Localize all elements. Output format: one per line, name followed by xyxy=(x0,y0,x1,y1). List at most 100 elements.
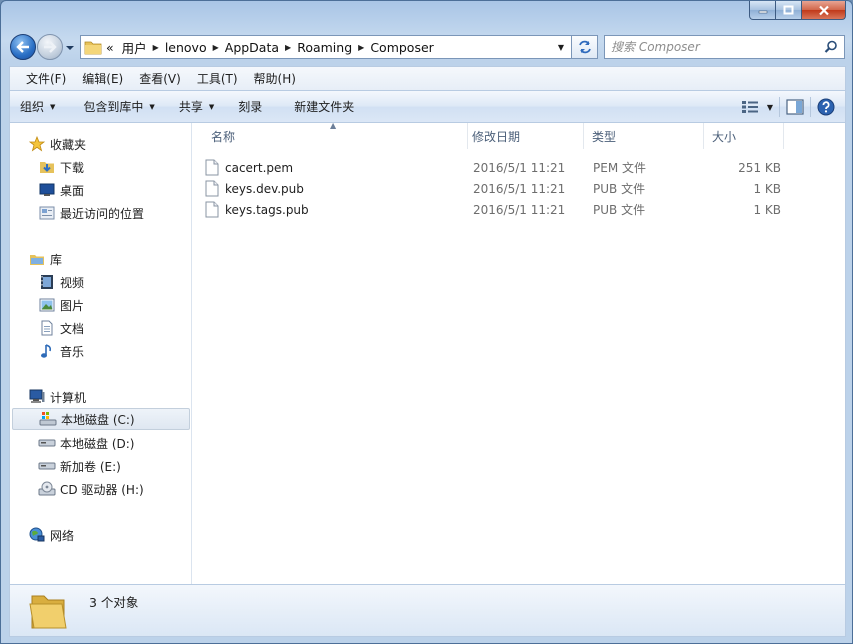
column-header-name[interactable]: 名称 xyxy=(203,123,468,149)
nav-item-label: 图片 xyxy=(60,298,85,313)
file-name: cacert.pem xyxy=(225,160,294,175)
include-in-library-label: 包含到库中 xyxy=(83,100,144,114)
menu-file[interactable]: 文件(F) xyxy=(18,68,74,89)
desktop-icon xyxy=(38,182,56,198)
nav-libraries[interactable]: 库 xyxy=(28,248,62,270)
file-date: 2016/5/1 11:21 xyxy=(473,160,566,175)
breadcrumb-composer[interactable]: Composer xyxy=(366,40,437,55)
breadcrumb-overflow[interactable]: « xyxy=(102,40,118,55)
column-header-type[interactable]: 类型 xyxy=(584,123,704,149)
file-size: 251 KB xyxy=(738,160,781,175)
file-name: keys.tags.pub xyxy=(225,202,309,217)
close-icon xyxy=(818,5,829,15)
help-icon[interactable] xyxy=(817,98,835,116)
nav-network[interactable]: 网络 xyxy=(28,524,74,546)
file-row[interactable]: cacert.pem 2016/5/1 11:21 PEM 文件 251 KB xyxy=(205,157,805,178)
nav-item-recent-places[interactable]: 最近访问的位置 xyxy=(38,202,144,224)
chevron-down-icon: ▼ xyxy=(50,102,56,111)
breadcrumb-roaming[interactable]: Roaming xyxy=(293,40,356,55)
hard-drive-icon xyxy=(38,435,56,451)
include-in-library-button[interactable]: 包含到库中 ▼ xyxy=(73,91,164,122)
folder-icon xyxy=(84,41,102,55)
file-row[interactable]: keys.tags.pub 2016/5/1 11:21 PUB 文件 1 KB xyxy=(205,199,805,220)
star-icon xyxy=(28,136,46,152)
nav-item-drive-c[interactable]: 本地磁盘 (C:) xyxy=(12,408,190,430)
nav-item-videos[interactable]: 视频 xyxy=(38,271,84,293)
address-bar[interactable]: « 用户 ▶ lenovo ▶ AppData ▶ Roaming ▶ Comp… xyxy=(80,35,572,59)
video-icon xyxy=(38,274,56,290)
organize-button[interactable]: 组织 ▼ xyxy=(10,91,65,122)
minimize-button[interactable] xyxy=(749,1,776,20)
nav-computer[interactable]: 计算机 xyxy=(28,386,86,408)
breadcrumb-separator-icon[interactable]: ▶ xyxy=(211,43,221,52)
menu-help[interactable]: 帮助(H) xyxy=(246,68,304,89)
file-date: 2016/5/1 11:21 xyxy=(473,181,566,196)
details-pane: 3 个对象 xyxy=(9,584,846,637)
column-header-size[interactable]: 大小 xyxy=(704,123,784,149)
nav-item-downloads[interactable]: 下载 xyxy=(38,156,84,178)
chevron-down-icon: ▼ xyxy=(149,102,155,111)
content-area: 收藏夹 下载 桌面 最近访问的位置 库 视频 图片 文档 音乐 计算机 本地磁盘… xyxy=(9,121,846,584)
column-header-label: 类型 xyxy=(592,129,617,144)
breadcrumb-separator-icon[interactable]: ▶ xyxy=(283,43,293,52)
column-header-date[interactable]: 修改日期 xyxy=(464,123,584,149)
nav-item-cd-drive[interactable]: CD 驱动器 (H:) xyxy=(38,478,144,500)
maximize-button[interactable] xyxy=(776,1,802,20)
share-button[interactable]: 共享 ▼ xyxy=(169,91,224,122)
menu-edit[interactable]: 编辑(E) xyxy=(74,68,131,89)
file-name: keys.dev.pub xyxy=(225,181,304,196)
breadcrumb-appdata[interactable]: AppData xyxy=(221,40,283,55)
back-button[interactable] xyxy=(10,34,36,60)
nav-item-drive-d[interactable]: 本地磁盘 (D:) xyxy=(38,432,134,454)
column-header-label: 大小 xyxy=(712,129,737,144)
nav-item-label: 文档 xyxy=(60,321,85,336)
file-type: PUB 文件 xyxy=(593,182,646,196)
navigation-row: « 用户 ▶ lenovo ▶ AppData ▶ Roaming ▶ Comp… xyxy=(1,31,852,63)
file-row[interactable]: keys.dev.pub 2016/5/1 11:21 PUB 文件 1 KB xyxy=(205,178,805,199)
search-input[interactable] xyxy=(611,37,821,57)
file-list-pane: ▲ 名称 修改日期 类型 大小 cacert.pem 2016/5/1 11:2… xyxy=(193,121,845,584)
menu-tools[interactable]: 工具(T) xyxy=(189,68,246,89)
search-icon[interactable] xyxy=(824,40,838,54)
nav-item-desktop[interactable]: 桌面 xyxy=(38,179,84,201)
search-box[interactable] xyxy=(604,35,845,59)
forward-button[interactable] xyxy=(37,34,63,60)
nav-favorites-label: 收藏夹 xyxy=(50,137,87,152)
arrow-right-icon xyxy=(44,41,57,53)
burn-button[interactable]: 刻录 xyxy=(228,91,272,122)
nav-item-drive-e[interactable]: 新加卷 (E:) xyxy=(38,455,121,477)
menu-view[interactable]: 查看(V) xyxy=(131,68,189,89)
recent-pages-dropdown-icon[interactable] xyxy=(65,43,75,53)
address-history-dropdown-icon[interactable]: ▼ xyxy=(553,39,569,55)
nav-item-documents[interactable]: 文档 xyxy=(38,317,84,339)
refresh-button[interactable] xyxy=(572,35,598,59)
breadcrumb-lenovo[interactable]: lenovo xyxy=(161,40,211,55)
explorer-window: « 用户 ▶ lenovo ▶ AppData ▶ Roaming ▶ Comp… xyxy=(0,0,853,644)
nav-item-music[interactable]: 音乐 xyxy=(38,340,84,362)
toolbar-divider xyxy=(810,97,811,117)
nav-item-pictures[interactable]: 图片 xyxy=(38,294,84,316)
new-folder-button[interactable]: 新建文件夹 xyxy=(284,91,364,122)
arrow-left-icon xyxy=(16,41,29,53)
column-header-label: 修改日期 xyxy=(472,129,521,144)
file-date: 2016/5/1 11:21 xyxy=(473,202,566,217)
menu-bar: 文件(F) 编辑(E) 查看(V) 工具(T) 帮助(H) xyxy=(9,66,846,90)
nav-item-label: 下载 xyxy=(60,160,85,175)
nav-item-label: 桌面 xyxy=(60,183,85,198)
file-name-cell: keys.dev.pub xyxy=(205,178,304,199)
new-folder-label: 新建文件夹 xyxy=(294,100,355,114)
nav-favorites[interactable]: 收藏夹 xyxy=(28,133,86,155)
nav-computer-label: 计算机 xyxy=(50,390,87,405)
computer-icon xyxy=(28,389,46,405)
breadcrumb-users[interactable]: 用户 xyxy=(118,38,151,57)
nav-libraries-label: 库 xyxy=(50,252,63,267)
breadcrumb-separator-icon[interactable]: ▶ xyxy=(356,43,366,52)
hard-drive-icon xyxy=(38,458,56,474)
close-button[interactable] xyxy=(802,1,846,20)
view-options-dropdown-icon[interactable]: ▼ xyxy=(767,103,773,112)
nav-item-label: 视频 xyxy=(60,275,85,290)
preview-pane-icon[interactable] xyxy=(786,99,804,115)
breadcrumb-separator-icon[interactable]: ▶ xyxy=(151,43,161,52)
view-options-icon[interactable] xyxy=(741,100,759,114)
nav-item-label: 本地磁盘 (D:) xyxy=(60,436,135,451)
